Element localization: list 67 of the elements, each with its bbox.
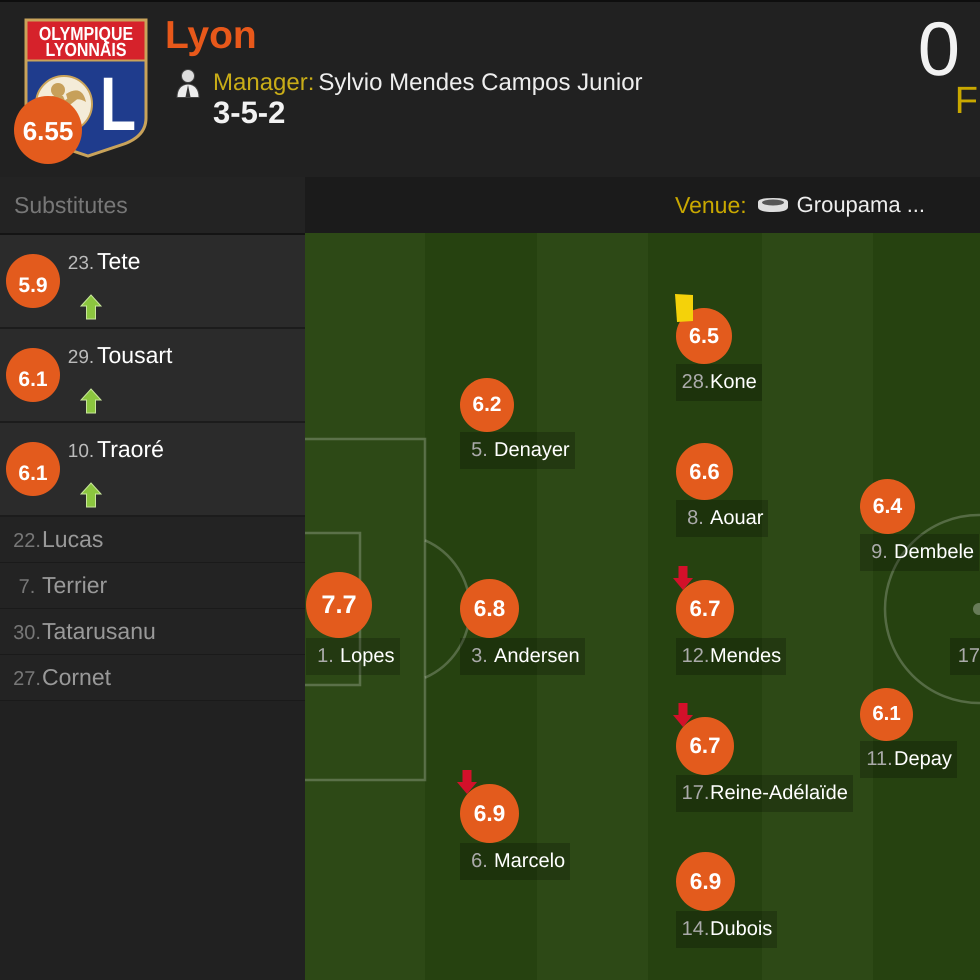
player-name: Depay: [894, 748, 952, 771]
player-name: Mendes: [710, 645, 782, 668]
player-name: Denayer: [494, 439, 570, 462]
team-name: Lyon: [165, 16, 257, 56]
player-name: Dubois: [710, 918, 772, 941]
player-rating: 7.7: [306, 572, 372, 638]
shirt-number: 12.: [681, 645, 710, 668]
shirt-number: 10.: [66, 440, 96, 464]
player-name: Lucas: [42, 524, 104, 552]
manager-label: Manager:: [213, 69, 314, 97]
formation: 3-5-2: [213, 96, 286, 130]
shirt-number: 28.: [681, 371, 710, 394]
shirt-number: 14.: [681, 918, 710, 941]
player-name: Kone: [710, 371, 757, 394]
player-name: Marcelo: [494, 850, 566, 873]
player-name: Tatarusanu: [42, 616, 156, 644]
player-name: Reine-Adélaïde: [710, 782, 848, 805]
match-status: F: [954, 82, 978, 120]
player-rating: 6.9: [460, 784, 519, 843]
player-rating: 6.2: [460, 378, 514, 432]
player-name: Aouar: [710, 507, 764, 530]
shirt-number: 17.: [681, 782, 710, 805]
shirt-number: 22.: [12, 528, 42, 554]
team-rating: 6.55: [14, 96, 82, 164]
shirt-number: 1.: [316, 645, 335, 668]
manager-icon: [176, 68, 200, 98]
crest-monogram: L: [100, 62, 136, 147]
player-name: Traoré: [97, 435, 164, 463]
player-name: Terrier: [42, 570, 108, 598]
stadium-icon: [756, 197, 789, 213]
player-rating: 6.7: [676, 580, 734, 638]
player-name: Andersen: [494, 645, 580, 668]
venue-name: Groupama ...: [796, 192, 926, 218]
shirt-number: 27.: [12, 666, 42, 692]
player-name: Dembele: [894, 541, 974, 564]
up-arrow-icon: [80, 388, 102, 414]
shirt-number: 8.: [686, 507, 705, 530]
shirt-number: 7.: [18, 574, 36, 600]
centre-spot: [973, 603, 980, 615]
shirt-number: 23.: [66, 252, 96, 276]
player-rating: 5.9: [6, 254, 60, 308]
player-rating: 6.1: [6, 442, 60, 496]
player-rating: 6.4: [860, 479, 915, 534]
player-rating: 6.1: [6, 348, 60, 402]
player-rating: 6.5: [676, 308, 732, 364]
shirt-number: 9.: [870, 541, 889, 564]
venue-label: Venue:: [675, 192, 747, 218]
player-rating: 6.6: [676, 443, 733, 500]
player-name: Cornet: [42, 662, 112, 690]
shirt-number: 30.: [12, 620, 42, 646]
shirt-number: 17: [958, 645, 980, 668]
player-name: Tete: [97, 247, 140, 275]
shirt-number: 6.: [470, 850, 489, 873]
player-rating: 6.7: [676, 717, 734, 775]
player-name: Lopes: [340, 645, 394, 668]
shirt-number: 11.: [865, 748, 894, 771]
player-name: Tousart: [97, 341, 172, 369]
player-rating: 6.9: [676, 852, 735, 911]
player-rating: 6.8: [460, 579, 519, 638]
score: 0: [918, 16, 960, 84]
shirt-number: 29.: [66, 346, 96, 370]
up-arrow-icon: [80, 294, 102, 320]
up-arrow-icon: [80, 482, 102, 508]
shirt-number: 3.: [470, 645, 489, 668]
shirt-number: 5.: [470, 439, 489, 462]
player-rating: 6.1: [860, 688, 913, 741]
manager-name: Sylvio Mendes Campos Junior: [318, 69, 643, 97]
